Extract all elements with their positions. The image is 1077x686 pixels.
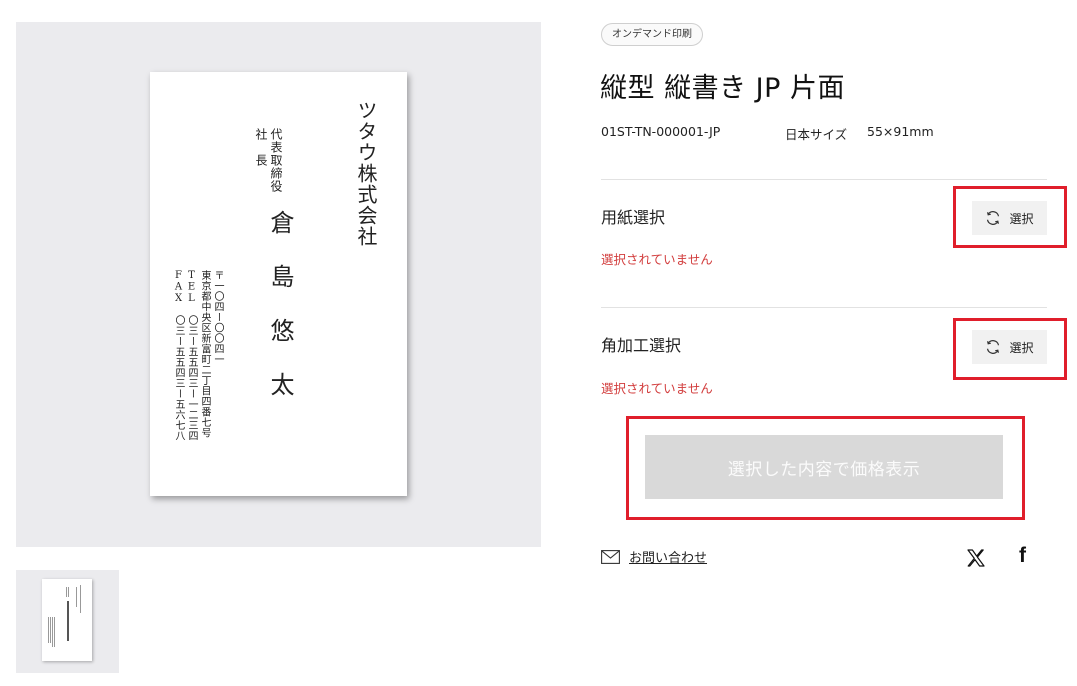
card-address: 〒一〇四ー〇〇四一 東京都中央区新富町二丁目四番七号 TEL 〇三ー五五四三ー一… [172,270,224,441]
product-title: 縦型 縦書き JP 片面 [600,73,845,104]
corner-select-button[interactable]: 選択 [972,330,1047,364]
thumbnail-card [42,579,92,661]
card-address-line4: FAX 〇三ー五五四三ー五六七八 [173,270,184,441]
business-card-preview: ツタウ株式会社 代表取締役 社 長 倉島悠太 〒一〇四ー〇〇四一 東京都中央区新… [150,72,407,496]
corner-select-status: 選択されていません [601,381,713,396]
refresh-icon [987,340,1000,354]
preview-thumbnail[interactable] [16,570,119,673]
facebook-icon[interactable]: f [1019,544,1026,568]
divider [601,307,1047,308]
thumb-line [54,617,55,647]
paper-select-label: 用紙選択 [601,208,666,227]
card-company: ツタウ株式会社 [354,100,378,247]
paper-select-button-label: 選択 [1009,211,1034,226]
size-label: 日本サイズ [785,127,848,142]
contact-link[interactable]: お問い合わせ [629,547,707,566]
x-icon[interactable] [967,549,985,567]
card-person-name: 倉島悠太 [266,210,294,426]
divider [601,179,1047,180]
card-job-title-line1: 代表取締役 [269,128,283,193]
corner-select-button-label: 選択 [1009,340,1034,355]
paper-select-button[interactable]: 選択 [972,201,1047,235]
paper-select-status: 選択されていません [601,252,713,267]
corner-select-label: 角加工選択 [601,336,682,355]
thumb-line [66,587,67,597]
refresh-icon [987,211,1000,225]
thumb-line [50,617,51,643]
thumb-line [52,617,53,647]
card-address-line1: 〒一〇四ー〇〇四一 [212,270,223,365]
card-address-line2: 東京都中央区新富町二丁目四番七号 [199,270,210,438]
size-value: 55×91mm [867,124,934,139]
print-type-badge: オンデマンド印刷 [601,23,703,46]
mail-icon [601,549,620,564]
thumb-line [68,587,69,597]
card-job-title: 代表取締役 社 長 [253,128,283,193]
contact-link-group: お問い合わせ [601,547,707,566]
thumb-line [48,617,49,643]
card-job-title-line2: 社 長 [254,128,268,167]
card-address-line3: TEL 〇三ー五五四三ー一二三四 [186,270,197,441]
product-code: 01ST-TN-000001-JP [601,124,721,139]
show-price-button[interactable]: 選択した内容で価格表示 [645,435,1003,499]
thumb-line [76,587,77,607]
product-preview: ツタウ株式会社 代表取締役 社 長 倉島悠太 〒一〇四ー〇〇四一 東京都中央区新… [16,22,541,547]
thumb-line [67,601,69,641]
thumb-line [80,585,81,613]
